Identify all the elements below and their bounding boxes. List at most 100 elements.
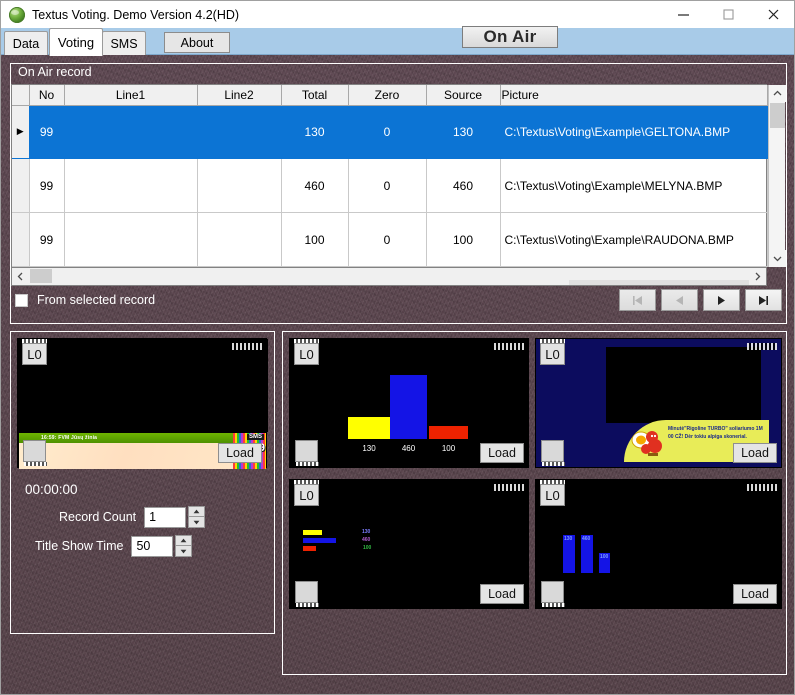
close-icon[interactable] [751, 1, 794, 28]
col-no[interactable]: No [29, 85, 65, 106]
preview-settings-button[interactable] [295, 581, 319, 607]
cell-total: 130 [281, 105, 349, 160]
cell-zero: 0 [348, 158, 427, 214]
record-grid[interactable]: No Line1 Line2 Total Zero Source Picture… [11, 84, 786, 268]
tab-voting[interactable]: Voting [49, 28, 103, 56]
table-row[interactable]: 99 100 0 100 C:\Textus\Voting\Example\RA… [12, 212, 768, 267]
cell-line1 [64, 105, 198, 160]
layer-button-l0[interactable]: L0 [540, 480, 565, 506]
preview-settings-button[interactable] [295, 440, 319, 466]
left-preview-group: 16:59: FVM Jūsų žinia SMS 1649 L0 Load 0… [10, 331, 275, 634]
hbar-blue [303, 538, 336, 543]
resize-handle-icon[interactable] [747, 343, 777, 350]
application-window: Textus Voting. Demo Version 4.2(HD) Data… [0, 0, 795, 695]
cell-no: 99 [29, 105, 65, 160]
row-marker [12, 212, 30, 267]
col-total[interactable]: Total [281, 85, 349, 106]
tab-sms[interactable]: SMS [102, 31, 146, 55]
scrollbar-thumb[interactable] [30, 269, 52, 283]
record-count-input[interactable]: 1 [144, 506, 187, 528]
cell-line2 [197, 105, 282, 160]
preview-blue-bars[interactable]: 130 460 100 L0 Load [535, 479, 782, 609]
globe-icon [9, 6, 25, 23]
title-show-time-row: Title Show Time 50 [35, 535, 193, 557]
stepper-down-icon[interactable] [175, 546, 193, 557]
bar-label-yellow: 130 [362, 444, 376, 453]
stepper-up-icon[interactable] [188, 506, 206, 517]
bar-yellow [348, 417, 390, 439]
col-source[interactable]: Source [426, 85, 501, 106]
resize-handle-icon[interactable] [494, 484, 524, 491]
cell-zero: 0 [348, 105, 427, 160]
record-count-label: Record Count [59, 510, 137, 524]
load-button[interactable]: Load [733, 443, 777, 463]
stepper-down-icon[interactable] [188, 517, 206, 528]
title-show-time-stepper[interactable] [175, 535, 193, 557]
col-line1[interactable]: Line1 [64, 85, 198, 106]
load-button[interactable]: Load [733, 584, 777, 604]
resize-handle-icon[interactable] [494, 343, 524, 350]
preview-navy-banner[interactable]: Minutė"Rigoline TURBO" soliariumo 1M 00 … [535, 338, 782, 468]
left-monitor-preview[interactable]: 16:59: FVM Jūsų žinia SMS 1649 L0 Load [17, 338, 268, 469]
layer-button-l0[interactable]: L0 [22, 339, 47, 365]
cell-picture: C:\Textus\Voting\Example\MELYNA.BMP [500, 158, 768, 214]
cell-no: 99 [29, 212, 65, 267]
preview-horizontal-bars[interactable]: 130 460 100 L0 Load [289, 479, 529, 609]
load-button[interactable]: Load [218, 443, 262, 463]
stepper-up-icon[interactable] [175, 535, 193, 546]
about-button[interactable]: About [164, 32, 230, 53]
bar-blue [390, 375, 427, 439]
load-button[interactable]: Load [480, 584, 524, 604]
preview-settings-button[interactable] [23, 440, 47, 466]
col-line2[interactable]: Line2 [197, 85, 282, 106]
col-picture[interactable]: Picture [500, 85, 768, 106]
hbar-label-red: 100 [363, 545, 372, 551]
first-record-button[interactable] [619, 289, 656, 311]
layer-button-l0[interactable]: L0 [294, 339, 319, 365]
preview-settings-button[interactable] [541, 440, 565, 466]
last-record-button[interactable] [745, 289, 782, 311]
grid-horizontal-scrollbar[interactable] [11, 268, 767, 286]
scrollbar-thumb[interactable] [769, 103, 785, 128]
record-navigation [619, 289, 782, 311]
scroll-up-icon[interactable] [768, 85, 786, 102]
hbar-label-blue: 460 [362, 537, 371, 543]
scroll-left-icon[interactable] [12, 268, 29, 284]
resize-handle-icon[interactable] [747, 484, 777, 491]
cell-line2 [197, 212, 282, 267]
scroll-track [569, 280, 749, 285]
maximize-icon[interactable] [706, 1, 751, 28]
row-marker [12, 158, 30, 214]
layer-button-l0[interactable]: L0 [540, 339, 565, 365]
from-selected-record-row[interactable]: From selected record [15, 293, 155, 307]
preview-bar-chart[interactable]: 130 460 100 L0 Load [289, 338, 529, 468]
col-zero[interactable]: Zero [348, 85, 427, 106]
scroll-right-icon[interactable] [749, 268, 766, 284]
minimize-icon[interactable] [661, 1, 706, 28]
scroll-down-icon[interactable] [768, 250, 786, 267]
title-show-time-label: Title Show Time [35, 539, 124, 553]
preview-settings-button[interactable] [541, 581, 565, 607]
next-record-button[interactable] [703, 289, 740, 311]
tab-strip: Data Voting SMS About [1, 28, 794, 56]
bar-label-blue: 460 [401, 444, 416, 453]
hbar-red [303, 546, 316, 551]
grid-vertical-scrollbar[interactable] [767, 85, 786, 267]
layer-button-l0[interactable]: L0 [294, 480, 319, 506]
record-count-row: Record Count 1 [59, 506, 206, 528]
table-row[interactable]: 99 460 0 460 C:\Textus\Voting\Example\ME… [12, 158, 768, 214]
resize-handle-icon[interactable] [232, 343, 262, 350]
cell-total: 460 [281, 158, 349, 214]
previous-record-button[interactable] [661, 289, 698, 311]
main-content: On Air record No Line1 Line2 Total Zero … [1, 55, 794, 694]
from-selected-record-checkbox[interactable] [15, 293, 28, 307]
table-row[interactable]: ▶ 99 130 0 130 C:\Textus\Voting\Example\… [12, 105, 768, 160]
hbar-label-yellow: 130 [362, 529, 371, 535]
on-air-button[interactable]: On Air [462, 26, 558, 48]
tab-data[interactable]: Data [4, 31, 48, 55]
title-show-time-input[interactable]: 50 [131, 535, 174, 557]
hbar-yellow [303, 530, 322, 535]
record-count-stepper[interactable] [188, 506, 206, 528]
preview-panels-group: 130 460 100 L0 Load Minutė"Rigoline TURB… [282, 331, 787, 675]
load-button[interactable]: Load [480, 443, 524, 463]
